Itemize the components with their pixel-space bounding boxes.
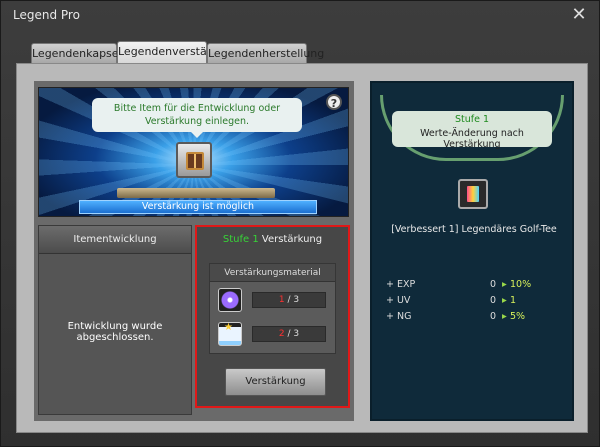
development-message: Entwicklung wurde abgeschlossen. [67,321,163,343]
book-icon [186,152,204,170]
development-header: Itementwicklung [39,226,191,254]
material-header: Verstärkungsmaterial [210,264,335,282]
stat-list: + EXP 0 ▸ 10% + UV 0 ▸ 1 + NG 0 ▸ 5% [386,279,562,327]
arrow-icon: ▸ [502,311,507,322]
purple-crystal-icon[interactable] [218,288,242,312]
stat-row: + UV 0 ▸ 1 [386,295,517,306]
result-caption: Werte-Änderung nach Verstärkung [420,128,524,150]
stat-row: + NG 0 ▸ 5% [386,311,526,322]
legend-pro-window: Legend Pro ✕ Legendenkapsel Legendenvers… [0,0,600,447]
golf-tee-icon[interactable] [458,179,488,209]
stat-row: + EXP 0 ▸ 10% [386,279,532,290]
item-slot[interactable] [176,142,212,178]
result-item-name: [Verbessert 1] Legendäres Golf-Tee [391,224,557,235]
material-count: 1 / 3 [252,292,326,308]
material-row: 1 / 3 [218,288,328,312]
star-powder-icon[interactable] [218,322,242,346]
title-bar[interactable]: Legend Pro ✕ [1,1,599,29]
tab-legendenverstaerkung[interactable]: Legendenverstärkung [117,41,238,63]
hint-bubble: Bitte Item für die Entwicklung oder Vers… [92,98,302,138]
result-panel: Stufe 1 Werte-Änderung nach Verstärkung … [370,81,574,421]
material-count: 2 / 3 [252,326,326,342]
close-icon[interactable]: ✕ [569,4,589,25]
item-scene: Bitte Item für die Entwicklung oder Vers… [38,87,349,217]
tab-legendenherstellung[interactable]: Legendenherstellung [207,43,324,63]
arrow-icon: ▸ [502,279,507,290]
arrow-icon: ▸ [502,295,507,306]
result-stage: Stufe 1 [454,114,490,125]
stage-banner: Stufe 1 Werte-Änderung nach Verstärkung [392,111,552,150]
enhancement-stage: Stufe 1 [222,234,259,245]
material-box: Verstärkungsmaterial 1 / 3 2 / 3 [209,263,336,354]
enhancement-title: Verstärkung [261,234,323,245]
enhance-button[interactable]: Verstärkung [225,368,326,396]
content-panel: Bitte Item für die Entwicklung oder Vers… [16,63,588,433]
pedestal [117,188,275,198]
status-bar: Verstärkung ist möglich [79,200,317,214]
left-section: Bitte Item für die Entwicklung oder Vers… [34,81,354,421]
enhancement-panel: Stufe 1 Verstärkung Verstärkungsmaterial… [195,225,350,408]
development-panel: Itementwicklung Entwicklung wurde abgesc… [38,225,192,415]
help-icon[interactable]: ? [326,94,342,110]
window-title: Legend Pro [13,8,80,22]
material-row: 2 / 3 [218,322,328,346]
tab-legendenkapsel[interactable]: Legendenkapsel [31,43,122,63]
enhancement-header: Stufe 1 Verstärkung [197,227,348,253]
